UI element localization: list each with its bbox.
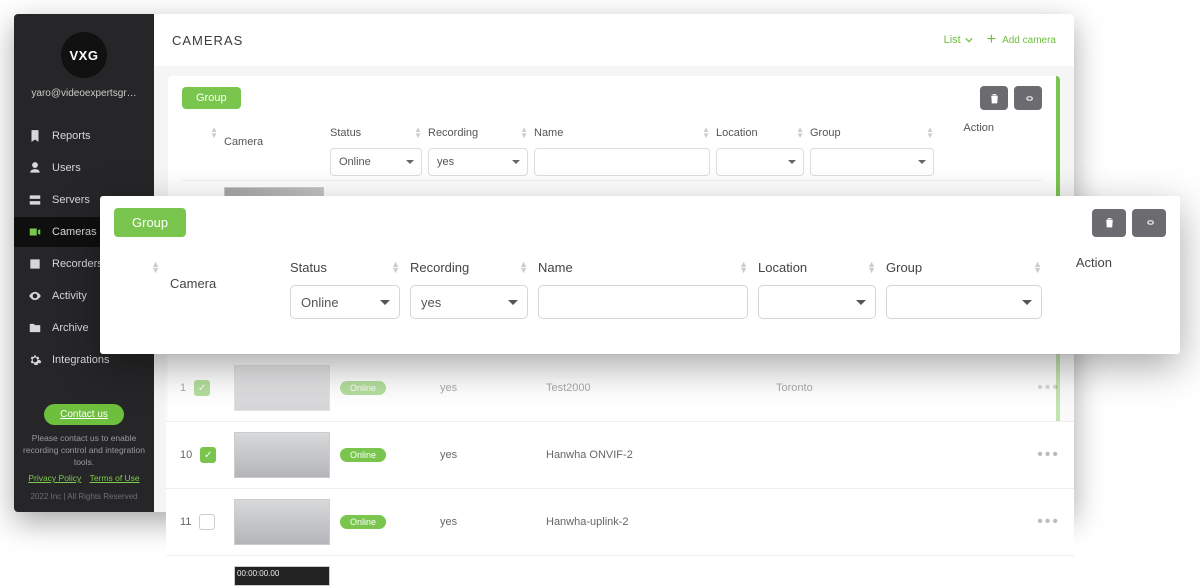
delete-button[interactable] — [980, 86, 1008, 110]
col-status: Status — [330, 127, 361, 139]
camera-thumbnail[interactable] — [234, 432, 330, 478]
link-button[interactable] — [1014, 86, 1042, 110]
footer-links: Privacy Policy Terms of Use — [14, 473, 154, 485]
col-recording: Recording — [410, 260, 469, 275]
trash-icon — [988, 92, 1001, 105]
folder-icon — [28, 321, 42, 335]
row-checkbox[interactable] — [199, 514, 215, 530]
status-badge: Online — [340, 515, 386, 529]
footer-note: Please contact us to enable recording co… — [14, 433, 154, 469]
col-name: Name — [534, 127, 563, 139]
group-button[interactable]: Group — [182, 87, 241, 109]
col-location: Location — [716, 127, 758, 139]
filter-status-overlay[interactable]: Online — [290, 285, 400, 319]
col-camera: Camera — [170, 276, 216, 291]
link-button-overlay[interactable] — [1132, 209, 1166, 237]
col-group: Group — [810, 127, 841, 139]
sort-icon[interactable]: ▲▼ — [391, 261, 400, 274]
col-status: Status — [290, 260, 327, 275]
delete-button-overlay[interactable] — [1092, 209, 1126, 237]
filter-status[interactable]: Online — [330, 148, 422, 176]
filter-group[interactable] — [810, 148, 934, 176]
row-actions[interactable]: ••• — [1037, 379, 1060, 396]
link-icon — [1143, 216, 1156, 229]
user-icon — [28, 161, 42, 175]
row-actions[interactable]: ••• — [1037, 446, 1060, 463]
sort-icon[interactable]: ▲▼ — [520, 127, 528, 138]
col-recording: Recording — [428, 127, 478, 139]
contact-us-button[interactable]: Contact us — [44, 404, 124, 425]
col-group: Group — [886, 260, 922, 275]
server-icon — [28, 193, 42, 207]
row-actions[interactable]: ••• — [1037, 513, 1060, 530]
filter-recording[interactable]: yes — [428, 148, 528, 176]
col-name: Name — [538, 260, 573, 275]
row-checkbox[interactable]: ✓ — [194, 380, 210, 396]
copyright: 2022 Inc | All Rights Reserved — [14, 491, 154, 512]
sort-icon[interactable]: ▲▼ — [926, 127, 934, 138]
filter-overlay: Group ▲▼ Camera Status ▲▼ Online Recordin… — [100, 196, 1180, 354]
sort-icon[interactable]: ▲▼ — [702, 127, 710, 138]
filter-location[interactable] — [716, 148, 804, 176]
col-location: Location — [758, 260, 807, 275]
sort-icon[interactable]: ▲▼ — [739, 261, 748, 274]
table-row[interactable]: 11 Online yes Hanwha-uplink-2 ••• — [166, 488, 1074, 555]
sidebar-item-users[interactable]: Users — [14, 153, 154, 183]
user-email: yaro@videoexpertsgr… — [20, 88, 148, 99]
row-checkbox[interactable]: ✓ — [200, 447, 216, 463]
col-action: Action — [1076, 255, 1112, 270]
status-badge: Online — [340, 381, 386, 395]
sort-icon[interactable]: ▲▼ — [414, 127, 422, 138]
header: CAMERAS List + Add camera — [154, 14, 1074, 66]
brand-logo: VXG — [14, 32, 154, 78]
col-action: Action — [963, 122, 994, 134]
camera-thumbnail[interactable] — [234, 499, 330, 545]
table-row[interactable]: 00:00:00.00 — [166, 555, 1074, 586]
col-camera: Camera — [224, 136, 263, 148]
page-title: CAMERAS — [172, 33, 243, 48]
terms-link[interactable]: Terms of Use — [90, 473, 140, 483]
sort-icon[interactable]: ▲▼ — [151, 261, 160, 274]
table-row[interactable]: 10✓ Online yes Hanwha ONVIF-2 ••• — [166, 421, 1074, 488]
sort-icon[interactable]: ▲▼ — [796, 127, 804, 138]
table-row[interactable]: 1✓ Online yes Test2000 Toronto ••• — [166, 354, 1074, 421]
sort-icon[interactable]: ▲▼ — [867, 261, 876, 274]
chevron-down-icon — [965, 36, 973, 44]
filter-name-overlay[interactable] — [538, 285, 748, 319]
link-icon — [1022, 92, 1035, 105]
trash-icon — [1103, 216, 1116, 229]
cogs-icon — [28, 353, 42, 367]
sidebar-item-reports[interactable]: Reports — [14, 121, 154, 151]
filter-recording-overlay[interactable]: yes — [410, 285, 528, 319]
camera-icon — [28, 225, 42, 239]
plus-icon: + — [987, 31, 996, 49]
eye-icon — [28, 289, 42, 303]
filter-group-overlay[interactable] — [886, 285, 1042, 319]
filter-location-overlay[interactable] — [758, 285, 876, 319]
view-list-dropdown[interactable]: List — [944, 34, 973, 46]
filter-name[interactable] — [534, 148, 710, 176]
sort-icon[interactable]: ▲▼ — [1033, 261, 1042, 274]
recorder-icon — [28, 257, 42, 271]
sort-icon[interactable]: ▲▼ — [519, 261, 528, 274]
camera-thumbnail[interactable]: 00:00:00.00 — [234, 566, 330, 586]
camera-thumbnail[interactable] — [234, 365, 330, 411]
bookmark-icon — [28, 129, 42, 143]
add-camera-button[interactable]: + Add camera — [987, 31, 1056, 49]
group-button-overlay[interactable]: Group — [114, 208, 186, 237]
privacy-link[interactable]: Privacy Policy — [28, 473, 81, 483]
status-badge: Online — [340, 448, 386, 462]
